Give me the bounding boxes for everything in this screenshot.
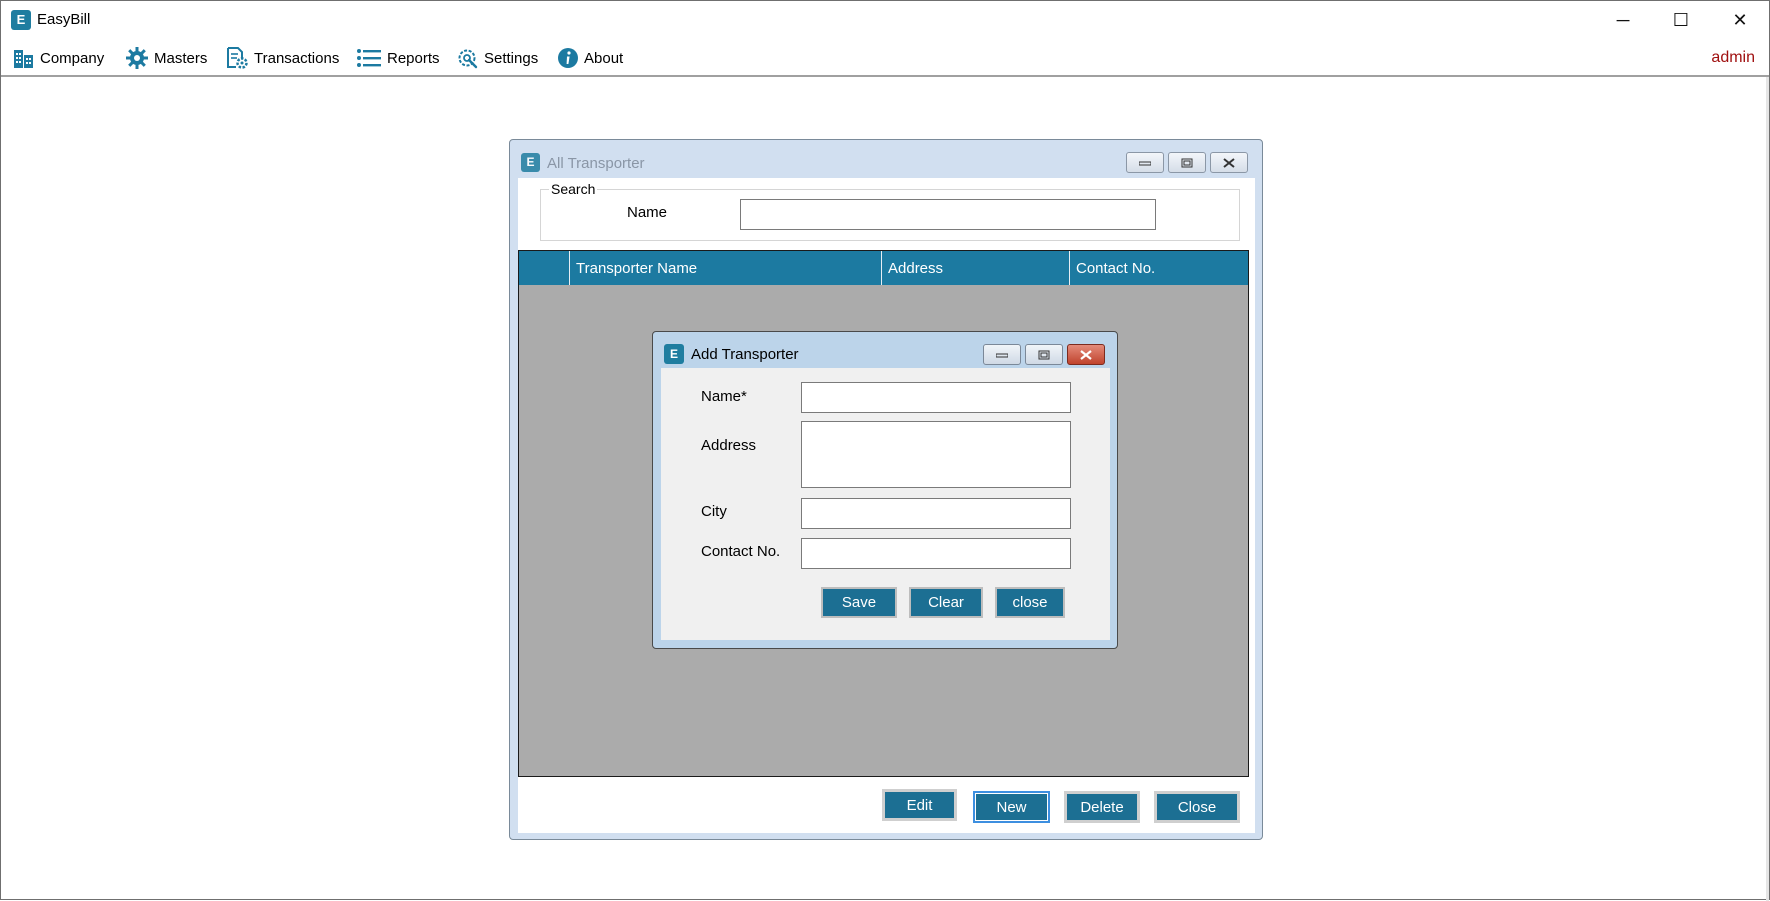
menu-bar: Company Masters Transactions Reports Set… (1, 41, 1769, 75)
minimize-icon (1139, 161, 1151, 165)
add-transporter-form: Name* Address City Contact No. Save Clea… (661, 368, 1110, 640)
child-minimize-button[interactable] (1126, 152, 1164, 173)
contact-no-input[interactable] (801, 538, 1071, 569)
menu-item-reports[interactable]: Reports (356, 45, 440, 71)
title-bar: E EasyBill ─ ☐ ✕ (1, 1, 1769, 39)
menu-item-label: Reports (387, 49, 440, 67)
clear-button[interactable]: Clear (909, 587, 983, 618)
menu-item-masters[interactable]: Masters (125, 45, 207, 71)
list-icon (357, 49, 381, 67)
restore-icon (1038, 350, 1050, 359)
all-transporter-title-bar[interactable]: E All Transporter (510, 140, 1262, 178)
search-name-input[interactable] (740, 199, 1156, 230)
menu-item-label: Masters (154, 49, 208, 67)
add-transporter-dialog: E Add Transporter Name* Address City Con… (652, 331, 1118, 649)
menu-item-company[interactable]: Company (13, 45, 104, 71)
info-icon (558, 48, 578, 68)
city-input[interactable] (801, 498, 1071, 529)
menu-divider (1, 75, 1769, 77)
grid-header-row-selector[interactable] (519, 251, 570, 285)
menu-item-settings[interactable]: Settings (455, 45, 538, 71)
column-header-transporter-name[interactable]: Transporter Name (570, 251, 882, 285)
window-title: All Transporter (547, 155, 645, 172)
add-transporter-title-bar[interactable]: E Add Transporter (653, 332, 1117, 368)
column-header-address[interactable]: Address (882, 251, 1070, 285)
name-label: Name* (701, 388, 747, 405)
scrollbar-edge (1766, 77, 1769, 901)
dialog-title: Add Transporter (691, 346, 799, 363)
contact-no-label: Contact No. (701, 543, 781, 560)
address-textarea[interactable] (801, 421, 1071, 488)
building-icon (14, 50, 33, 68)
dialog-restore-button[interactable] (1025, 344, 1063, 365)
menu-item-label: Transactions (254, 49, 340, 67)
close-window-button[interactable]: Close (1154, 791, 1240, 823)
menu-item-label: Company (40, 49, 105, 67)
app-title: EasyBill (37, 11, 91, 28)
close-button[interactable]: ✕ (1711, 1, 1769, 39)
maximize-button[interactable]: ☐ (1652, 1, 1710, 39)
menu-item-label: About (584, 49, 624, 67)
dialog-minimize-button[interactable] (983, 344, 1021, 365)
close-icon (1223, 157, 1235, 168)
city-label: City (701, 503, 727, 520)
app-logo-icon: E (11, 10, 31, 30)
wrench-gear-icon (458, 49, 478, 69)
menu-item-transactions[interactable]: Transactions (225, 45, 339, 71)
menu-item-label: Settings (484, 49, 539, 67)
search-group: Search Name (540, 181, 1240, 241)
restore-icon (1181, 158, 1193, 167)
save-button[interactable]: Save (821, 587, 897, 618)
search-legend: Search (549, 181, 598, 197)
menu-item-about[interactable]: About (557, 45, 623, 71)
name-input[interactable] (801, 382, 1071, 413)
grid-header: Transporter Name Address Contact No. (519, 251, 1248, 285)
dialog-logo-icon: E (664, 344, 684, 364)
address-label: Address (701, 437, 757, 454)
search-name-label: Name (627, 204, 668, 221)
dialog-close-button[interactable] (1067, 344, 1105, 365)
child-restore-button[interactable] (1168, 152, 1206, 173)
child-close-button[interactable] (1210, 152, 1248, 173)
easybill-window: E EasyBill ─ ☐ ✕ Company Masters Transac… (0, 0, 1770, 901)
action-bar: Edit New Delete Close (518, 779, 1255, 833)
new-button[interactable]: New (973, 791, 1050, 823)
document-gear-icon (227, 47, 248, 69)
dialog-close-text-button[interactable]: close (995, 587, 1065, 618)
edit-button[interactable]: Edit (882, 789, 957, 821)
minimize-icon (996, 353, 1008, 357)
column-header-contact-no[interactable]: Contact No. (1070, 251, 1248, 285)
window-logo-icon: E (521, 153, 540, 172)
current-user: admin (1711, 49, 1755, 66)
gear-icon (126, 47, 148, 69)
close-icon (1080, 349, 1092, 360)
minimize-button[interactable]: ─ (1594, 1, 1652, 39)
delete-button[interactable]: Delete (1064, 791, 1140, 823)
